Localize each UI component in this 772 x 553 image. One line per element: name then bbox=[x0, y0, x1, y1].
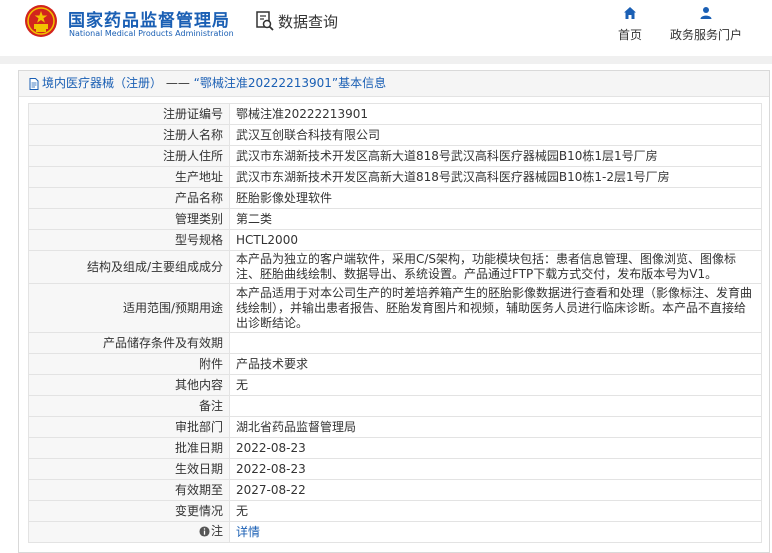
info-icon bbox=[199, 525, 210, 537]
site-title-en: National Medical Products Administration bbox=[69, 29, 234, 38]
field-value: 2022-08-23 bbox=[229, 437, 762, 459]
field-label: 变更情况 bbox=[28, 500, 230, 522]
site-header: 国家药品监督管理局 National Medical Products Admi… bbox=[0, 0, 772, 56]
table-row: 变更情况无 bbox=[28, 500, 762, 522]
table-row: 结构及组成/主要组成成分 本产品为独立的客户端软件，采用C/S架构，功能模块包括：… bbox=[28, 250, 762, 284]
field-label: 适用范围/预期用途 bbox=[28, 283, 230, 333]
field-label: 生产地址 bbox=[28, 166, 230, 188]
field-value: 武汉互创联合科技有限公司 bbox=[229, 124, 762, 146]
detail-panel: 境内医疗器械（注册） —— “鄂械注准20222213901”基本信息 注册证编… bbox=[18, 70, 770, 553]
field-value: 第二类 bbox=[229, 208, 762, 230]
national-emblem-icon bbox=[25, 5, 57, 37]
nav-home-label: 首页 bbox=[617, 28, 642, 42]
table-row: 其他内容无 bbox=[28, 374, 762, 396]
note-label: 注 bbox=[199, 524, 223, 539]
field-value: HCTL2000 bbox=[229, 229, 762, 251]
field-value: 无 bbox=[229, 374, 762, 396]
field-label: 备注 bbox=[28, 395, 230, 417]
nav-home[interactable]: 首页 bbox=[612, 6, 648, 43]
nav-service-portal-label: 政务服务门户 bbox=[669, 28, 742, 42]
table-row: 注册人名称 武汉互创联合科技有限公司 bbox=[28, 124, 762, 146]
table-row: 产品储存条件及有效期 bbox=[28, 332, 762, 354]
site-title: 国家药品监督管理局 bbox=[68, 11, 230, 31]
field-label: 注册人住所 bbox=[28, 145, 230, 167]
field-value: 胚胎影像处理软件 bbox=[229, 187, 762, 209]
user-icon bbox=[700, 7, 712, 19]
note-value-cell: 详情 bbox=[229, 521, 762, 543]
document-icon bbox=[29, 77, 39, 90]
field-value: 本产品适用于对本公司生产的时差培养箱产生的胚胎影像数据进行查看和处理（影像标注、… bbox=[229, 283, 762, 333]
table-row: 生效日期 2022-08-23 bbox=[28, 458, 762, 480]
field-label: 批准日期 bbox=[28, 437, 230, 459]
breadcrumb-separator: —— bbox=[165, 76, 190, 90]
table-row: 批准日期 2022-08-23 bbox=[28, 437, 762, 459]
field-value: 武汉市东湖新技术开发区高新大道818号武汉高科医疗器械园B10栋1-2层1号厂房 bbox=[229, 166, 762, 188]
field-value bbox=[229, 395, 762, 417]
table-row: 型号规格 HCTL2000 bbox=[28, 229, 762, 251]
table-row: 生产地址 武汉市东湖新技术开发区高新大道818号武汉高科医疗器械园B10栋1-2层… bbox=[28, 166, 762, 188]
breadcrumb-current: “鄂械注准20222213901”基本信息 bbox=[193, 76, 387, 90]
table-row: 备注 bbox=[28, 395, 762, 417]
table-row: 适用范围/预期用途 本产品适用于对本公司生产的时差培养箱产生的胚胎影像数据进行查看… bbox=[28, 283, 762, 333]
field-label: 管理类别 bbox=[28, 208, 230, 230]
header-divider bbox=[0, 56, 772, 64]
table-row: 注册人住所 武汉市东湖新技术开发区高新大道818号武汉高科医疗器械园B10栋1层1… bbox=[28, 145, 762, 167]
registration-info-table: 注册证编号 鄂械注准20222213901 注册人名称 武汉互创联合科技有限公司 注… bbox=[28, 103, 762, 543]
table-row: 审批部门 湖北省药品监督管理局 bbox=[28, 416, 762, 438]
nav-service-portal[interactable]: 政务服务门户 bbox=[664, 6, 748, 43]
field-value: 产品技术要求 bbox=[229, 353, 762, 375]
note-label-text: 注 bbox=[210, 523, 223, 538]
data-query-link[interactable]: 数据查询 bbox=[256, 10, 338, 32]
field-label: 结构及组成/主要组成成分 bbox=[28, 250, 230, 284]
table-row: 注册证编号 鄂械注准20222213901 bbox=[28, 103, 762, 125]
field-value: 武汉市东湖新技术开发区高新大道818号武汉高科医疗器械园B10栋1层1号厂房 bbox=[229, 145, 762, 167]
field-label: 产品名称 bbox=[28, 187, 230, 209]
note-label-cell: 注 bbox=[28, 521, 230, 543]
home-icon bbox=[624, 7, 636, 19]
field-value: 2022-08-23 bbox=[229, 458, 762, 480]
field-label: 有效期至 bbox=[28, 479, 230, 501]
table-row: 附件 产品技术要求 bbox=[28, 353, 762, 375]
field-value: 鄂械注准20222213901 bbox=[229, 103, 762, 125]
field-label: 生效日期 bbox=[28, 458, 230, 480]
table-row: 管理类别 第二类 bbox=[28, 208, 762, 230]
table-row: 注 详情 bbox=[28, 521, 762, 543]
field-label: 产品储存条件及有效期 bbox=[28, 332, 230, 354]
field-value: 湖北省药品监督管理局 bbox=[229, 416, 762, 438]
breadcrumb-category-link[interactable]: 境内医疗器械（注册） bbox=[42, 71, 162, 96]
field-value: 2027-08-22 bbox=[229, 479, 762, 501]
field-value: 无 bbox=[229, 500, 762, 522]
breadcrumb: 境内医疗器械（注册） —— “鄂械注准20222213901”基本信息 bbox=[19, 71, 769, 97]
field-label: 附件 bbox=[28, 353, 230, 375]
field-label: 注册证编号 bbox=[28, 103, 230, 125]
field-label: 审批部门 bbox=[28, 416, 230, 438]
field-value bbox=[229, 332, 762, 354]
field-label: 型号规格 bbox=[28, 229, 230, 251]
table-row: 有效期至 2027-08-22 bbox=[28, 479, 762, 501]
details-link[interactable]: 详情 bbox=[236, 525, 260, 539]
field-value: 本产品为独立的客户端软件，采用C/S架构，功能模块包括：患者信息管理、图像浏览、… bbox=[229, 250, 762, 284]
data-query-label: 数据查询 bbox=[278, 12, 339, 31]
search-document-icon bbox=[256, 11, 274, 31]
field-label: 注册人名称 bbox=[28, 124, 230, 146]
table-row: 产品名称 胚胎影像处理软件 bbox=[28, 187, 762, 209]
field-label: 其他内容 bbox=[28, 374, 230, 396]
